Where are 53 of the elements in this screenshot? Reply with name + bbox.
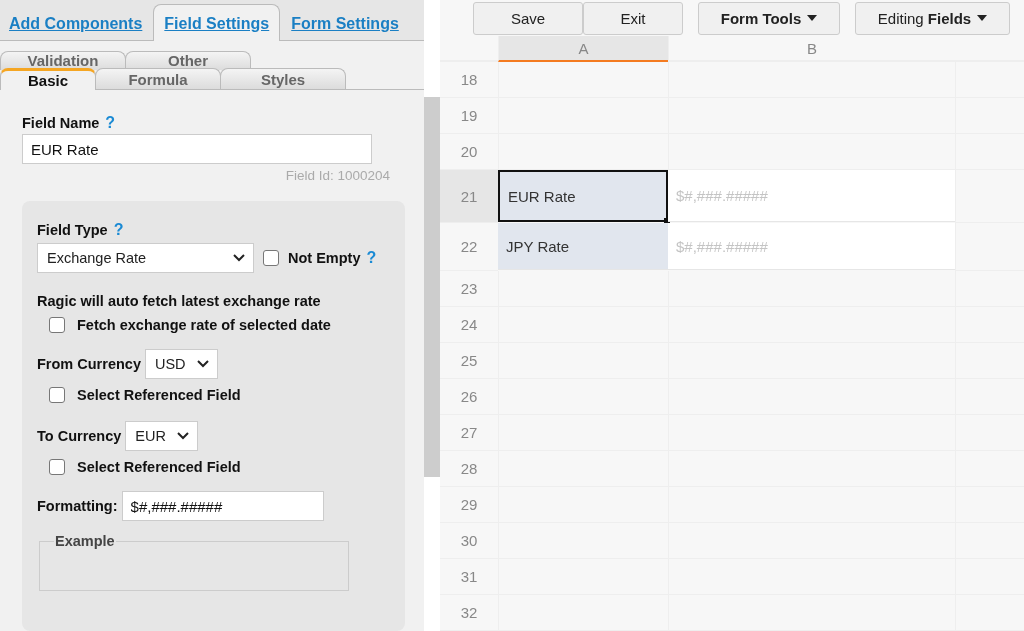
table-cell[interactable] (955, 170, 1024, 223)
tab[interactable]: Field Settings (153, 3, 281, 41)
tab[interactable]: Add Components (2, 3, 150, 41)
caret-icon (807, 15, 818, 21)
column-header[interactable]: B (668, 36, 955, 62)
table-cell[interactable]: JPY Rate (498, 223, 668, 270)
field-label: Formatting: (37, 498, 118, 514)
checkbox[interactable] (49, 317, 65, 333)
tab[interactable]: Styles (220, 68, 346, 89)
checkbox-label: Select Referenced Field (77, 459, 241, 475)
input-field[interactable]: $#,###.##### (121, 491, 324, 521)
tab[interactable]: Form Settings (284, 3, 406, 41)
scrollbar-thumb[interactable] (424, 97, 440, 477)
field-label: To Currency (37, 428, 122, 444)
checkbox[interactable] (49, 459, 65, 475)
table-cell[interactable]: $#,###.##### (668, 170, 955, 222)
caret-icon (977, 15, 988, 21)
toolbar-button[interactable]: Editing Fields (855, 1, 1010, 35)
select-field[interactable]: EUR (125, 421, 199, 451)
field-label: From Currency (37, 356, 141, 372)
tab[interactable]: Validation (0, 50, 126, 71)
toolbar-button[interactable]: Exit (583, 1, 683, 35)
checkbox-label: Fetch exchange rate of selected date (77, 317, 331, 333)
toolbar-button[interactable]: Form Tools (698, 1, 840, 35)
field-id: Field Id: 1000204 (285, 168, 390, 183)
table-cell[interactable]: EUR Rate (498, 170, 668, 222)
table-cell[interactable] (955, 223, 1024, 271)
checkbox[interactable] (49, 387, 65, 403)
field-label: Field Type (37, 222, 108, 238)
field-label: Field Name (22, 115, 100, 131)
chevron-down-icon (196, 360, 209, 368)
checkbox-label: Not Empty (288, 250, 361, 266)
info-text: Ragic will auto fetch latest exchange rate (37, 293, 322, 309)
select-field[interactable]: Exchange Rate (37, 243, 254, 273)
help-link[interactable]: ? (113, 221, 124, 239)
column-header[interactable]: A (498, 36, 668, 62)
chevron-down-icon (177, 432, 190, 440)
checkbox[interactable] (263, 250, 279, 266)
toolbar-button[interactable]: Save (473, 1, 583, 35)
help-link[interactable]: ? (366, 249, 377, 267)
row-number[interactable]: 21 (440, 170, 498, 223)
checkbox-label: Select Referenced Field (77, 387, 241, 403)
table-cell[interactable]: $#,###.##### (668, 223, 955, 270)
chevron-down-icon (233, 254, 245, 262)
table-cell[interactable] (498, 62, 668, 98)
input-field[interactable]: EUR Rate (22, 134, 372, 164)
tab[interactable]: Other (125, 50, 251, 71)
help-link[interactable]: ? (105, 114, 116, 132)
table-cell[interactable] (668, 62, 955, 98)
tab[interactable]: Basic (0, 68, 96, 90)
frame-title: Example (54, 533, 116, 549)
tab[interactable]: Formula (95, 68, 221, 89)
select-field[interactable]: USD (144, 349, 218, 379)
